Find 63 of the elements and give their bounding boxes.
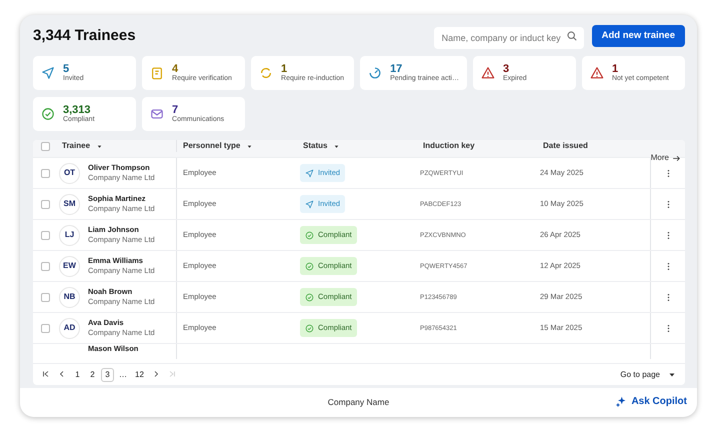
column-header[interactable]: Induction key [416,140,536,152]
page-button[interactable]: 3 [101,368,114,382]
more-link[interactable]: More [650,152,669,164]
check-circle-icon [305,230,314,240]
stat-value: 5 [63,62,70,75]
sort-caret-icon [246,142,254,150]
column-header[interactable]: Status [296,140,416,152]
warning-icon [480,66,495,80]
last-page-icon [168,370,176,378]
envelope-icon [150,107,164,121]
stat-value: 3,313 [63,104,91,116]
sparkle-icon [615,396,628,408]
gauge-icon [368,66,382,80]
column-header[interactable]: Date issued [536,140,650,152]
search-icon [566,31,577,41]
avatar: OT [59,162,80,184]
search-field[interactable]: Name, company or induct key [434,27,584,49]
stat-value: 1 [281,62,288,75]
column-header[interactable]: Trainee [55,140,176,152]
paper-plane-icon [41,66,55,80]
paper-plane-icon [305,168,314,178]
check-circle-icon [305,292,314,302]
check-circle-icon [305,324,314,332]
paper-plane-icon [305,200,314,208]
checkbox[interactable] [41,200,50,208]
page-title: 3,344 Trainees [33,27,136,45]
column-header[interactable]: Personnel type [176,140,296,152]
stat-value: 3 [502,62,510,75]
checkbox[interactable] [41,324,50,332]
previous-page-icon [58,370,66,378]
avatar: SM [59,194,80,214]
checkbox[interactable] [41,142,50,150]
refresh-icon [259,66,274,80]
next-page-icon [152,370,160,378]
page-button[interactable]: … [116,368,130,382]
stat-value: 17 [390,62,402,75]
stat-value: 7 [172,104,178,116]
clipboard-icon [150,66,164,80]
company-name: Company Name [328,396,390,409]
warning-icon [590,66,604,80]
first-page-icon [42,370,50,378]
checkbox[interactable] [41,262,50,270]
checkbox[interactable] [41,292,50,302]
avatar: NB [59,286,80,308]
check-circle-icon [41,107,55,121]
page-button[interactable]: 1 [71,368,84,382]
check-circle-icon [305,262,314,270]
avatar: EW [59,256,80,276]
caret-icon [668,370,676,378]
add-trainee-button[interactable]: Add new trainee [592,25,685,47]
avatar: AD [59,318,80,338]
stat-value: 4 [172,62,178,75]
stat-value: 1 [612,62,620,75]
sort-caret-icon [333,142,340,150]
ask-copilot-button[interactable]: Ask Copilot [615,394,687,409]
checkbox[interactable] [41,230,50,240]
avatar: LJ [59,224,80,246]
go-to-page-dropdown[interactable]: Go to page [617,368,679,382]
page-button[interactable]: 2 [86,368,99,382]
page-button[interactable]: 12 [132,368,147,382]
arrow-right-icon [672,154,681,162]
sort-caret-icon [96,142,104,150]
checkbox[interactable] [41,168,50,178]
